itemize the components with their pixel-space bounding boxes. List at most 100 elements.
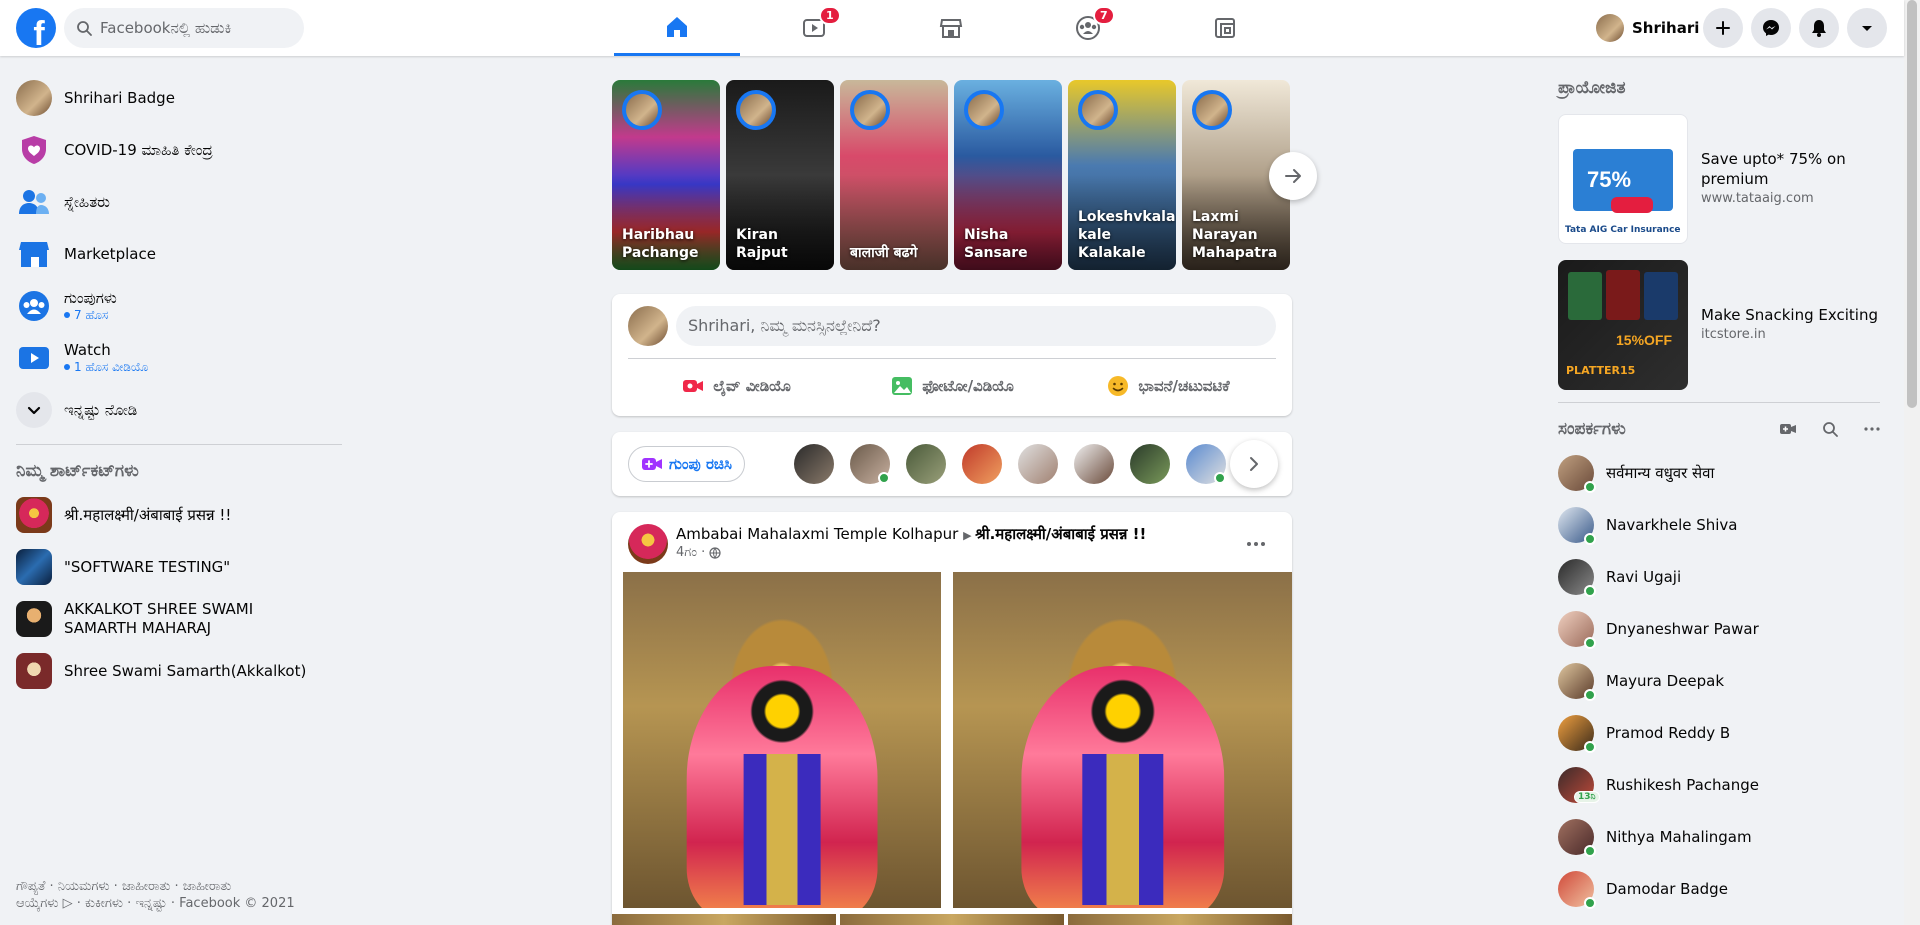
contact-item[interactable]: Ravi Ugaji [1558, 551, 1888, 603]
post-author-avatar[interactable] [628, 524, 668, 564]
post-photo[interactable] [1068, 914, 1292, 925]
create-button[interactable] [1703, 8, 1743, 48]
story-card[interactable]: Nisha Sansare [954, 80, 1062, 270]
sponsored-title: ಪ್ರಾಯೋಜಿತ [1558, 78, 1626, 98]
room-avatar[interactable] [962, 444, 1002, 484]
search-icon[interactable] [1814, 413, 1846, 445]
contact-item[interactable]: Navarkhele Shiva [1558, 499, 1888, 551]
account-menu-button[interactable] [1847, 8, 1887, 48]
post-photo[interactable] [612, 914, 836, 925]
contact-item[interactable]: Damodar Badge [1558, 863, 1888, 915]
tab-groups[interactable]: 7 [1025, 0, 1151, 56]
tab-watch[interactable]: 1 [751, 0, 877, 56]
story-name: Laxmi Narayan Mahapatra [1192, 209, 1278, 261]
feeling-activity-button[interactable]: ಭಾವನೆ/ಚಟುವಟಿಕೆ [1060, 366, 1276, 406]
post-photo[interactable] [953, 572, 1292, 908]
sidebar-item-marketplace[interactable]: Marketplace [8, 228, 348, 280]
tab-marketplace[interactable] [888, 0, 1014, 56]
shortcut-item[interactable]: Shree Swami Samarth(Akkalkot) [8, 645, 348, 697]
composer-input[interactable]: Shrihari, ನಿಮ್ಮ ಮನಸ್ಸಿನಲ್ಲೇನಿದೆ? [676, 306, 1276, 346]
composer-avatar [628, 306, 668, 346]
smiley-icon [1108, 376, 1129, 396]
sidebar-item-label: Marketplace [64, 244, 156, 263]
contact-item[interactable]: Mayura Deepak [1558, 655, 1888, 707]
sponsored-ad[interactable]: 75% Tata AIG Car Insurance Save upto* 75… [1558, 106, 1888, 252]
contact-item[interactable]: 13ನಿ Rushikesh Pachange [1558, 759, 1888, 811]
room-avatar[interactable] [1018, 444, 1058, 484]
notifications-button[interactable] [1799, 8, 1839, 48]
marketplace-icon [16, 236, 52, 272]
contact-item[interactable]: Pramod Reddy B [1558, 707, 1888, 759]
photo-video-button[interactable]: ಫೋಟೋ/ವಿಡಿಯೊ [844, 366, 1060, 406]
post-group[interactable]: श्री.महालक्ष्मी/अंबाबाई प्रसन्न !! [975, 525, 1146, 543]
chevron-down-icon [16, 392, 52, 428]
room-avatar[interactable] [906, 444, 946, 484]
tab-gaming[interactable] [1162, 0, 1288, 56]
right-sidebar: ಪ್ರಾಯೋಜಿತ 75% Tata AIG Car Insurance Sav… [1558, 72, 1888, 915]
create-room-button[interactable]: ಗುಂಪು ರಚಿಸಿ [628, 446, 745, 482]
shortcut-item[interactable]: "SOFTWARE TESTING" [8, 541, 348, 593]
sidebar-item-label: Shrihari Badge [64, 88, 175, 107]
rooms-bar: ಗುಂಪು ರಚಿಸಿ [612, 432, 1292, 496]
post-time[interactable]: 4ಗಂ [676, 545, 697, 560]
ad-title: Save upto* 75% on premium [1701, 150, 1846, 188]
groups-badge: 7 [1093, 6, 1115, 25]
photo-icon [892, 377, 913, 395]
profile-chip[interactable]: Shrihari [1596, 12, 1707, 44]
room-avatar[interactable] [1074, 444, 1114, 484]
messenger-button[interactable] [1751, 8, 1791, 48]
shortcut-item[interactable]: श्री.महालक्ष्मी/अंबाबाई प्रसन्न !! [8, 489, 348, 541]
post-author[interactable]: Ambabai Mahalaxmi Temple Kolhapur [676, 525, 958, 543]
contacts-header: ಸಂಪರ್ಕಗಳು [1558, 411, 1888, 447]
sidebar-see-more[interactable]: ಇನ್ನಷ್ಟು ನೋಡಿ [8, 384, 348, 436]
contact-avatar [1558, 559, 1596, 597]
facebook-logo[interactable]: f [16, 8, 56, 48]
story-card[interactable]: बालाजी बढगे [840, 80, 948, 270]
sidebar-item-profile[interactable]: Shrihari Badge [8, 72, 348, 124]
story-card[interactable]: Kiran Rajput [726, 80, 834, 270]
tab-home[interactable] [614, 0, 740, 56]
room-avatar[interactable] [1186, 444, 1226, 484]
contact-item[interactable]: Dnyaneshwar Pawar [1558, 603, 1888, 655]
watch-badge: 1 [819, 6, 841, 25]
ad-url: itcstore.in [1701, 327, 1766, 342]
page-scrollbar-thumb[interactable] [1907, 0, 1917, 408]
footer-links[interactable]: ಗೌಪ್ಯತೆ · ನಿಯಮಗಳು · ಜಾಹೀರಾತು · ಜಾಹೀರಾತು … [16, 878, 336, 912]
contact-avatar [1558, 663, 1596, 701]
sidebar-item-watch[interactable]: Watch 1 ಹೊಸ ವೀಡಿಯೊ [8, 332, 348, 384]
room-avatar[interactable] [794, 444, 834, 484]
post-options-button[interactable] [1238, 526, 1274, 562]
rooms-next-button[interactable] [1230, 440, 1278, 488]
search-box[interactable] [64, 8, 304, 48]
sidebar-item-groups[interactable]: ಗುಂಪುಗಳು 7 ಹೊಸ [8, 280, 348, 332]
stories-next-button[interactable] [1269, 152, 1317, 200]
video-plus-icon [642, 458, 662, 470]
sponsored-ad[interactable]: 15%OFF PLATTER15 Make Snacking Exciting … [1558, 252, 1888, 398]
more-horizontal-icon[interactable] [1856, 413, 1888, 445]
contact-item[interactable]: Nithya Mahalingam [1558, 811, 1888, 863]
profile-avatar [16, 80, 52, 116]
sidebar-item-covid[interactable]: COVID-19 ಮಾಹಿತಿ ಕೇಂದ್ರ [8, 124, 348, 176]
new-room-icon[interactable] [1772, 413, 1804, 445]
live-video-button[interactable]: ಲೈವ್ ವೀಡಿಯೊ [628, 366, 844, 406]
composer-divider [628, 358, 1276, 359]
stories-tray: Haribhau Pachange Kiran Rajput बालाजी बढ… [612, 80, 1317, 270]
caret-right-icon: ▶ [963, 529, 976, 542]
room-avatar[interactable] [1130, 444, 1170, 484]
story-name: Haribhau Pachange [622, 227, 699, 261]
groups-icon [16, 288, 52, 324]
story-card[interactable]: Lokeshvkala kale Kalakale [1068, 80, 1176, 270]
search-input[interactable] [100, 19, 280, 37]
story-avatar [964, 90, 1004, 130]
story-card[interactable]: Haribhau Pachange [612, 80, 720, 270]
shortcut-thumbnail [16, 653, 52, 689]
sidebar-item-friends[interactable]: ಸ್ನೇಹಿತರು [8, 176, 348, 228]
right-divider [1558, 402, 1880, 403]
contact-avatar [1558, 819, 1596, 857]
shortcut-item[interactable]: AKKALKOT SHREE SWAMI SAMARTH MAHARAJ [8, 593, 348, 645]
post-photo[interactable] [840, 914, 1064, 925]
room-avatar[interactable] [850, 444, 890, 484]
contact-item[interactable]: सर्वमान्य वधुवर सेवा [1558, 447, 1888, 499]
post-photo[interactable] [623, 572, 941, 908]
store-icon [939, 19, 963, 38]
